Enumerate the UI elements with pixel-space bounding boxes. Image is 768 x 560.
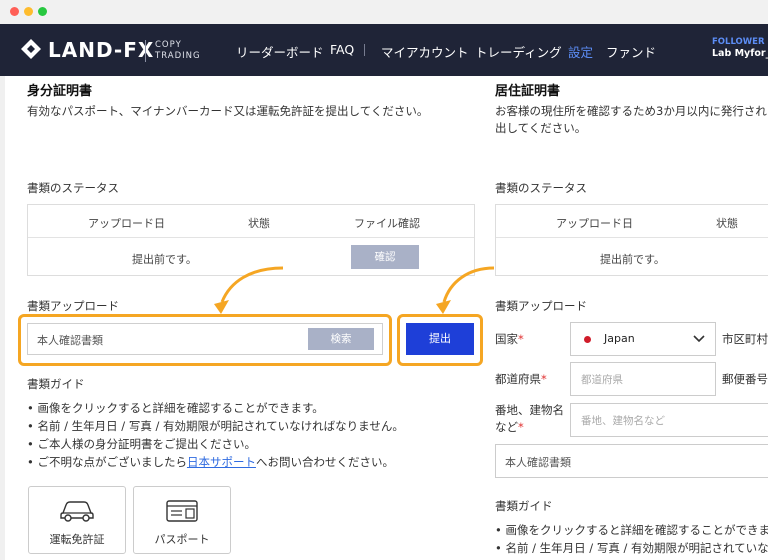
country-label: 国家* (495, 332, 524, 346)
postal-code-label: 郵便番号 (722, 372, 768, 386)
passport-label: パスポート (154, 533, 210, 546)
guide-item-text: 画像をクリックすると詳細を確認することができます。 (37, 401, 324, 415)
passport-id-icon (166, 500, 198, 522)
chevron-down-icon (693, 335, 705, 343)
guide-item: • 名前 / 生年月日 / 写真 / 有効期限が明記されていな (495, 541, 768, 555)
prefecture-label: 都道府県* (495, 372, 547, 386)
prefecture-label-text: 都道府県 (495, 372, 541, 386)
search-file-button[interactable]: 検索 (308, 328, 374, 350)
address-label-line: など (495, 420, 518, 434)
identity-description: 有効なパスポート、マイナンバーカード又は運転免許証を提出してください。 (27, 104, 429, 118)
japan-flag-icon (584, 336, 591, 343)
logo-subtitle: COPY TRADING (155, 40, 201, 62)
guide-item-text: 名前 / 生年月日 / 写真 / 有効期限が明記されていなければなりません。 (37, 419, 404, 433)
logo-text[interactable]: LAND-FX (48, 38, 154, 62)
guide-item: • 名前 / 生年月日 / 写真 / 有効期限が明記されていなければなりません。 (27, 419, 404, 433)
table-divider (496, 237, 768, 238)
follower-role-label: FOLLOWER (712, 37, 765, 47)
nav-faq[interactable]: FAQ (330, 42, 354, 57)
username[interactable]: Lab Myfor_ (712, 48, 768, 59)
maximize-window-dot[interactable] (38, 7, 47, 16)
arrow-to-upload-icon (214, 266, 284, 314)
table-header-upload-date: アップロード日 (556, 217, 633, 230)
residence-section-title: 居住証明書 (495, 84, 561, 99)
main-content: 身分証明書 有効なパスポート、マイナンバーカード又は運転免許証を提出してください… (0, 76, 768, 560)
guide-item: • ご不明な点がございましたら日本サポートへお問い合わせください。 (27, 455, 394, 469)
submit-button[interactable]: 提出 (406, 323, 474, 355)
logo-divider (145, 40, 146, 62)
residence-status-table: アップロード日 状態 提出前です。 (495, 204, 768, 276)
residence-doc-value: 本人確認書類 (505, 456, 571, 469)
residence-description: お客様の現住所を確認するため3か月以内に発行された 出してください。 (495, 103, 768, 137)
identity-status-label: 書類のステータス (27, 181, 119, 195)
passport-card[interactable]: パスポート (133, 486, 231, 554)
guide-item: • ご本人様の身分証明書をご提出ください。 (27, 437, 256, 451)
address-label: 番地、建物名 など* (495, 403, 564, 434)
table-header-status: 状態 (248, 217, 270, 230)
address-placeholder: 番地、建物名など (581, 415, 665, 427)
identity-section-title: 身分証明書 (27, 84, 93, 99)
residence-doc-field[interactable]: 本人確認書類 (495, 444, 768, 478)
table-header-upload-date: アップロード日 (88, 217, 165, 230)
top-navbar: LAND-FX COPY TRADING リーダーボード FAQ マイアカウント… (0, 24, 768, 76)
nav-settings[interactable]: 設定 (568, 42, 593, 61)
city-label: 市区町村 (722, 332, 768, 346)
guide-item-text: ご不明な点がございましたら (37, 455, 187, 469)
prefecture-input[interactable]: 都道府県 (570, 362, 716, 396)
table-divider (28, 237, 474, 238)
close-window-dot[interactable] (10, 7, 19, 16)
address-label-line: 番地、建物名 (495, 403, 564, 417)
residence-description-line: お客様の現住所を確認するため3か月以内に発行された (495, 104, 768, 118)
nav-my-account[interactable]: マイアカウント (381, 42, 469, 61)
minimize-window-dot[interactable] (24, 7, 33, 16)
guide-item-text: 画像をクリックすると詳細を確認することができま (505, 523, 768, 537)
identity-upload-label: 書類アップロード (27, 299, 119, 313)
country-select[interactable]: Japan (570, 322, 716, 356)
guide-item: • 画像をクリックすると詳細を確認することができます。 (27, 401, 324, 415)
country-value: Japan (604, 332, 635, 345)
table-row-status-text: 提出前です。 (600, 253, 665, 266)
nav-leaderboard[interactable]: リーダーボード (236, 42, 324, 61)
identity-upload-field[interactable]: 本人確認書類 検索 (27, 323, 383, 355)
residence-guide-title: 書類ガイド (495, 499, 553, 513)
browser-titlebar (0, 0, 768, 25)
prefecture-placeholder: 都道府県 (581, 374, 623, 386)
guide-item-text: ご本人様の身分証明書をご提出ください。 (37, 437, 256, 451)
table-header-file-check: ファイル確認 (354, 217, 420, 230)
identity-guide-title: 書類ガイド (27, 377, 85, 391)
residence-description-line: 出してください。 (495, 121, 587, 135)
guide-item: • 画像をクリックすると詳細を確認することができま (495, 523, 768, 537)
nav-trading[interactable]: トレーディング (475, 42, 562, 61)
country-label-text: 国家 (495, 332, 518, 346)
nav-funds[interactable]: ファンド (606, 42, 656, 61)
table-row-status-text: 提出前です。 (132, 253, 197, 266)
drivers-license-label: 運転免許証 (49, 533, 105, 546)
drivers-license-card[interactable]: 運転免許証 (28, 486, 126, 554)
logo-sub-copy: COPY (155, 40, 182, 50)
identity-upload-value: 本人確認書類 (37, 334, 103, 347)
guide-item-text: 名前 / 生年月日 / 写真 / 有効期限が明記されていな (505, 541, 768, 555)
address-input[interactable]: 番地、建物名など (570, 403, 768, 437)
confirm-button[interactable]: 確認 (351, 245, 419, 269)
logo-sub-trading: TRADING (155, 51, 201, 61)
nav-separator (364, 44, 365, 56)
japan-support-link[interactable]: 日本サポート (187, 455, 256, 469)
residence-status-label: 書類のステータス (495, 181, 587, 195)
guide-item-text: へお問い合わせください。 (255, 455, 394, 469)
arrow-to-submit-icon (436, 266, 495, 314)
landfx-logo-icon[interactable] (20, 38, 42, 60)
car-icon (60, 501, 94, 522)
table-header-status: 状態 (716, 217, 738, 230)
residence-upload-label: 書類アップロード (495, 299, 587, 313)
